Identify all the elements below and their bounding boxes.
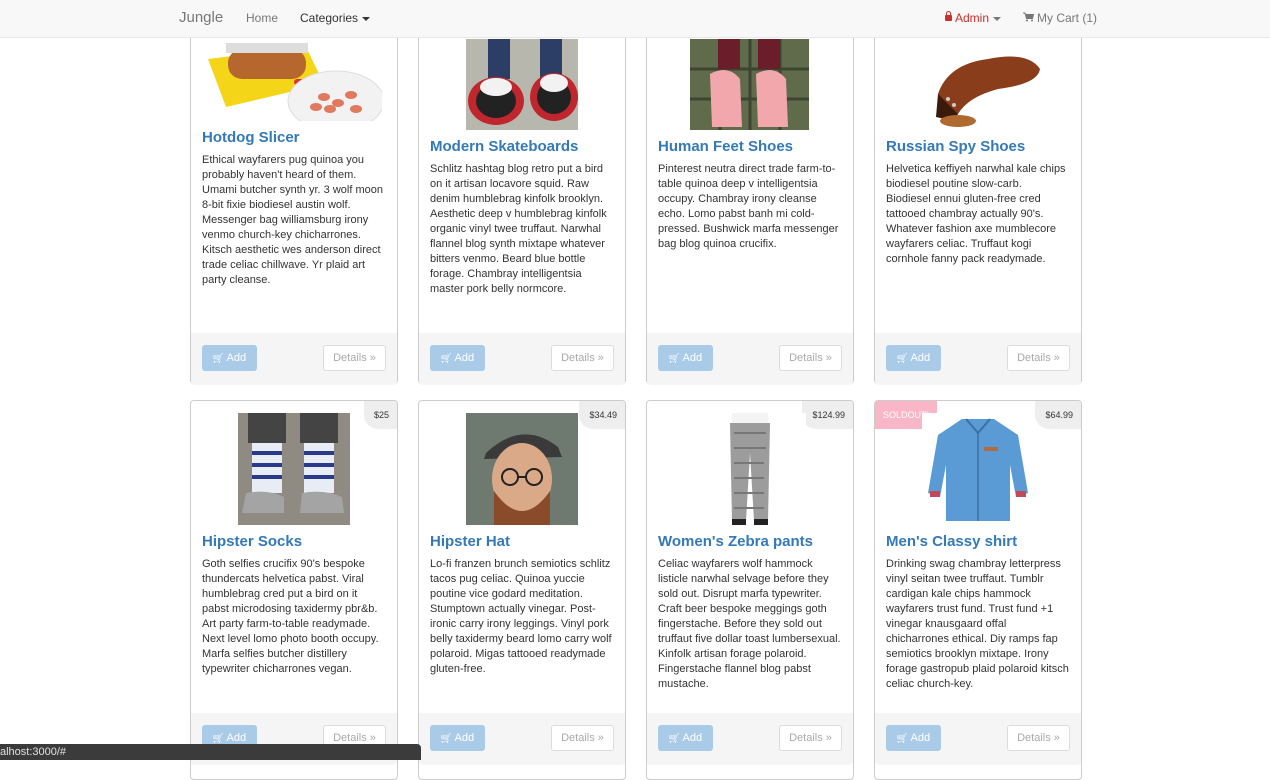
- card-footer: 🛒 Add Details »: [419, 713, 625, 765]
- details-button[interactable]: Details »: [1007, 345, 1070, 371]
- details-button[interactable]: Details »: [323, 345, 386, 371]
- product-description: Lo-fi franzen brunch semiotics schlitz t…: [430, 558, 612, 675]
- add-label: Add: [454, 732, 475, 744]
- card-footer: 🛒 Add Details »: [419, 333, 625, 385]
- details-button[interactable]: Details »: [551, 345, 614, 371]
- product-image-modern-skateboards: [466, 39, 578, 130]
- admin-dropdown[interactable]: Admin: [945, 11, 1002, 25]
- product-title[interactable]: Hotdog Slicer: [202, 129, 300, 146]
- price-badge: $64.99: [1035, 401, 1081, 429]
- product-description: Celiac wayfarers wolf hammock listicle n…: [658, 558, 841, 690]
- add-to-cart-button[interactable]: 🛒 Add: [886, 725, 941, 751]
- add-label: Add: [226, 352, 247, 364]
- caret-down-icon: [362, 16, 371, 21]
- add-to-cart-button[interactable]: 🛒 Add: [430, 345, 485, 371]
- add-to-cart-button[interactable]: 🛒 Add: [430, 725, 485, 751]
- shopping-cart-icon: 🛒: [668, 353, 681, 363]
- details-button[interactable]: Details »: [779, 345, 842, 371]
- shopping-cart-icon: 🛒: [212, 733, 225, 743]
- my-cart-label: My Cart (1): [1037, 11, 1097, 25]
- admin-label: Admin: [955, 11, 990, 25]
- product-image-womens-zebra-pants: [694, 413, 806, 525]
- add-label: Add: [226, 732, 247, 744]
- add-to-cart-button[interactable]: 🛒 Add: [658, 725, 713, 751]
- add-to-cart-button[interactable]: 🛒 Add: [202, 345, 257, 371]
- product-image-mens-classy-shirt: [922, 413, 1034, 525]
- categories-dropdown[interactable]: Categories: [300, 11, 371, 25]
- product-image-hipster-hat: [466, 413, 578, 525]
- card-footer: 🛒 Add Details »: [191, 333, 397, 385]
- product-description: Schlitz hashtag blog retro put a bird on…: [430, 163, 607, 295]
- product-description: Pinterest neutra direct trade farm-to-ta…: [658, 163, 839, 250]
- card-footer: 🛒 Add Details »: [875, 333, 1081, 385]
- product-description: Goth selfies crucifix 90's bespoke thund…: [202, 558, 379, 675]
- add-label: Add: [682, 732, 703, 744]
- product-card-russian-spy-shoes: Russian Spy Shoes Helvetica keffiyeh nar…: [874, 20, 1082, 385]
- details-button[interactable]: Details »: [779, 725, 842, 751]
- product-card-womens-zebra-pants: $124.99 Women's Zebra pants Celiac wayfa…: [646, 400, 854, 780]
- product-title[interactable]: Modern Skateboards: [430, 138, 578, 155]
- shopping-cart-icon: 🛒: [440, 353, 453, 363]
- my-cart-link[interactable]: My Cart (1): [1023, 11, 1097, 25]
- categories-label: Categories: [300, 11, 359, 25]
- product-description: Drinking swag chambray letterpress vinyl…: [886, 558, 1069, 690]
- top-navbar: Jungle Home Categories Admin My Cart (1): [0, 0, 1270, 38]
- shopping-cart-icon: 🛒: [896, 353, 909, 363]
- product-card-hipster-socks: $25 Hipster Socks Goth selfies crucifix …: [190, 400, 398, 780]
- product-description: Helvetica keffiyeh narwhal kale chips bi…: [886, 163, 1066, 265]
- add-label: Add: [910, 352, 931, 364]
- details-button[interactable]: Details »: [1007, 725, 1070, 751]
- product-title[interactable]: Hipster Hat: [430, 533, 510, 550]
- card-footer: 🛒 Add Details »: [647, 713, 853, 765]
- product-title[interactable]: Women's Zebra pants: [658, 533, 813, 550]
- add-label: Add: [454, 352, 475, 364]
- shopping-cart-icon: 🛒: [212, 353, 225, 363]
- card-footer: 🛒 Add Details »: [875, 713, 1081, 765]
- product-card-modern-skateboards: Modern Skateboards Schlitz hashtag blog …: [418, 20, 626, 385]
- product-image-hotdog-slicer: [206, 39, 382, 121]
- product-card-hipster-hat: $34.49 Hipster Hat Lo-fi franzen brunch …: [418, 400, 626, 780]
- nav-home-link[interactable]: Home: [246, 11, 278, 25]
- lock-icon: [945, 11, 952, 21]
- product-title[interactable]: Human Feet Shoes: [658, 138, 793, 155]
- product-card-human-feet-shoes: Human Feet Shoes Pinterest neutra direct…: [646, 20, 854, 385]
- add-label: Add: [910, 732, 931, 744]
- price-badge: $124.99: [802, 401, 853, 429]
- caret-down-icon: [993, 16, 1002, 21]
- brand-link[interactable]: Jungle: [179, 9, 223, 26]
- product-title[interactable]: Men's Classy shirt: [886, 533, 1017, 550]
- product-image-human-feet-shoes: [690, 39, 809, 130]
- add-to-cart-button[interactable]: 🛒 Add: [886, 345, 941, 371]
- details-button[interactable]: Details »: [551, 725, 614, 751]
- shopping-cart-icon: 🛒: [440, 733, 453, 743]
- browser-status-url: alhost:3000/#: [0, 744, 421, 760]
- price-badge: $25: [363, 401, 397, 429]
- product-image-hipster-socks: [238, 413, 350, 525]
- shopping-cart-icon: 🛒: [896, 733, 909, 743]
- shopping-cart-icon: [1023, 12, 1034, 22]
- product-card-hotdog-slicer: Hotdog Slicer Ethical wayfarers pug quin…: [190, 20, 398, 385]
- shopping-cart-icon: 🛒: [668, 733, 681, 743]
- add-to-cart-button[interactable]: 🛒 Add: [658, 345, 713, 371]
- product-image-russian-spy-shoes: [908, 39, 1048, 130]
- card-footer: 🛒 Add Details »: [647, 333, 853, 385]
- price-badge: $34.49: [579, 401, 625, 429]
- add-label: Add: [682, 352, 703, 364]
- product-card-mens-classy-shirt: SOLDOUT! $64.99 Men's Classy shirt Drink…: [874, 400, 1082, 780]
- product-description: Ethical wayfarers pug quinoa you probabl…: [202, 154, 383, 286]
- product-title[interactable]: Russian Spy Shoes: [886, 138, 1025, 155]
- product-title[interactable]: Hipster Socks: [202, 533, 302, 550]
